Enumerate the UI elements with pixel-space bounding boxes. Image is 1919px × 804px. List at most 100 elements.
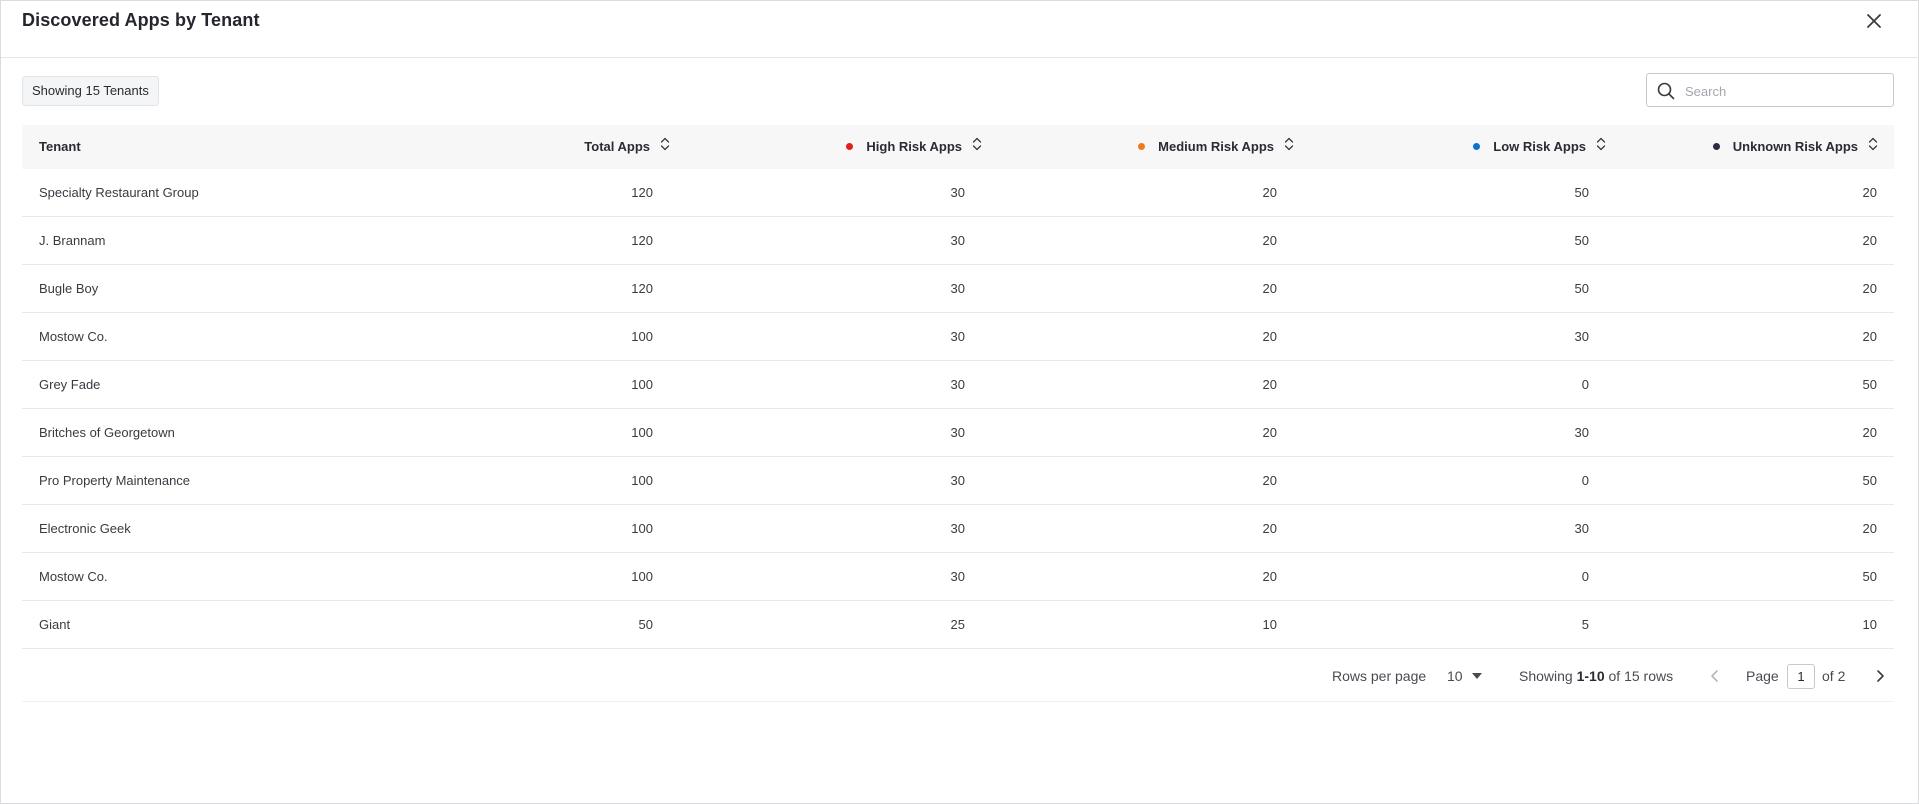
cell-total-apps: 100 <box>631 569 653 584</box>
cell-unknown-risk: 10 <box>1862 617 1877 632</box>
cell-total-apps: 50 <box>638 617 653 632</box>
column-header-medium-risk[interactable]: Medium Risk Apps <box>1138 125 1294 169</box>
cell-high-risk: 30 <box>950 425 965 440</box>
cell-unknown-risk: 20 <box>1862 329 1877 344</box>
table-row[interactable]: Electronic Geek 100 30 20 30 20 <box>22 505 1894 553</box>
cell-medium-risk: 20 <box>1262 281 1277 296</box>
cell-tenant: Specialty Restaurant Group <box>39 185 199 200</box>
medium-risk-dot-icon <box>1138 143 1146 150</box>
cell-tenant: Grey Fade <box>39 377 101 392</box>
previous-page-chevron-icon[interactable] <box>1707 668 1723 684</box>
cell-high-risk: 30 <box>950 377 965 392</box>
cell-low-risk: 50 <box>1574 185 1589 200</box>
cell-total-apps: 100 <box>631 425 653 440</box>
unknown-risk-dot-icon <box>1712 143 1720 150</box>
table-body: Specialty Restaurant Group 120 30 20 50 … <box>22 169 1894 649</box>
column-header-low-risk[interactable]: Low Risk Apps <box>1473 125 1606 169</box>
table-row[interactable]: Bugle Boy 120 30 20 50 20 <box>22 265 1894 313</box>
cell-low-risk: 30 <box>1574 521 1589 536</box>
low-risk-dot-icon <box>1473 143 1481 150</box>
cell-total-apps: 100 <box>631 329 653 344</box>
column-header-high-risk[interactable]: High Risk Apps <box>846 125 982 169</box>
page-number-input[interactable]: 1 <box>1787 664 1815 689</box>
search-input[interactable] <box>1683 80 1887 102</box>
cell-high-risk: 30 <box>950 233 965 248</box>
table-row[interactable]: Britches of Georgetown 100 30 20 30 20 <box>22 409 1894 457</box>
cell-tenant: Mostow Co. <box>39 329 108 344</box>
cell-medium-risk: 20 <box>1262 329 1277 344</box>
cell-tenant: Electronic Geek <box>39 521 131 536</box>
cell-total-apps: 100 <box>631 521 653 536</box>
page-total-label: of 2 <box>1822 668 1846 684</box>
cell-tenant: Mostow Co. <box>39 569 108 584</box>
cell-tenant: J. Brannam <box>39 233 106 248</box>
table-row[interactable]: Giant 50 25 10 5 10 <box>22 601 1894 649</box>
sort-icon[interactable] <box>972 126 982 170</box>
cell-medium-risk: 20 <box>1262 521 1277 536</box>
cell-low-risk: 0 <box>1581 569 1589 584</box>
cell-medium-risk: 10 <box>1262 617 1277 632</box>
column-label: Low Risk Apps <box>1493 139 1586 154</box>
cell-tenant: Britches of Georgetown <box>39 425 175 440</box>
cell-tenant: Pro Property Maintenance <box>39 473 191 488</box>
modal-title: Discovered Apps by Tenant <box>22 10 260 30</box>
sort-icon[interactable] <box>1868 126 1878 170</box>
cell-medium-risk: 20 <box>1262 377 1277 392</box>
table-row[interactable]: Mostow Co. 100 30 20 0 50 <box>22 553 1894 601</box>
modal-dialog: Discovered Apps by Tenant Showing 15 Ten… <box>0 0 1919 804</box>
column-header-tenant[interactable]: Tenant <box>39 125 81 169</box>
showing-rows-text: Showing 1-10 of 15 rows <box>1519 651 1673 701</box>
cell-low-risk: 30 <box>1574 425 1589 440</box>
cell-high-risk: 30 <box>950 521 965 536</box>
cell-unknown-risk: 20 <box>1862 521 1877 536</box>
sort-icon[interactable] <box>1596 126 1606 170</box>
cell-high-risk: 30 <box>950 473 965 488</box>
showing-suffix: of 15 rows <box>1608 668 1674 684</box>
high-risk-dot-icon <box>846 143 854 150</box>
column-label: Medium Risk Apps <box>1158 139 1274 154</box>
rows-per-page-label: Rows per page <box>1332 668 1427 684</box>
table-row[interactable]: Pro Property Maintenance 100 30 20 0 50 <box>22 457 1894 505</box>
rows-per-page-select[interactable]: 10 <box>1447 651 1482 701</box>
search-icon <box>1657 82 1675 100</box>
cell-low-risk: 50 <box>1574 281 1589 296</box>
cell-medium-risk: 20 <box>1262 185 1277 200</box>
column-label: High Risk Apps <box>866 139 962 154</box>
sort-icon[interactable] <box>660 126 670 170</box>
close-icon[interactable] <box>1864 11 1884 31</box>
table-row[interactable]: Grey Fade 100 30 20 0 50 <box>22 361 1894 409</box>
sort-icon[interactable] <box>1284 126 1294 170</box>
cell-unknown-risk: 50 <box>1862 569 1877 584</box>
cell-low-risk: 0 <box>1581 377 1589 392</box>
search-box[interactable] <box>1646 73 1894 107</box>
table-row[interactable]: Specialty Restaurant Group 120 30 20 50 … <box>22 169 1894 217</box>
table-row[interactable]: Mostow Co. 100 30 20 30 20 <box>22 313 1894 361</box>
column-label: Tenant <box>39 139 81 154</box>
page-label: Page <box>1746 668 1779 684</box>
cell-high-risk: 25 <box>950 617 965 632</box>
cell-low-risk: 0 <box>1581 473 1589 488</box>
column-header-unknown-risk[interactable]: Unknown Risk Apps <box>1712 125 1878 170</box>
cell-low-risk: 5 <box>1581 617 1589 632</box>
cell-high-risk: 30 <box>950 569 965 584</box>
cell-high-risk: 30 <box>950 185 965 200</box>
cell-medium-risk: 20 <box>1262 425 1277 440</box>
cell-total-apps: 120 <box>631 185 653 200</box>
caret-down-icon <box>1471 673 1482 679</box>
table-header: Tenant Total Apps High Risk Apps Medium … <box>22 125 1894 169</box>
cell-total-apps: 100 <box>631 377 653 392</box>
cell-tenant: Bugle Boy <box>39 281 99 296</box>
cell-medium-risk: 20 <box>1262 473 1277 488</box>
cell-tenant: Giant <box>39 617 71 632</box>
cell-unknown-risk: 50 <box>1862 377 1877 392</box>
table-row[interactable]: J. Brannam 120 30 20 50 20 <box>22 217 1894 265</box>
cell-total-apps: 120 <box>631 233 653 248</box>
cell-low-risk: 50 <box>1574 233 1589 248</box>
cell-unknown-risk: 20 <box>1862 233 1877 248</box>
next-page-chevron-icon[interactable] <box>1872 668 1888 684</box>
rows-per-page-value: 10 <box>1447 668 1463 684</box>
cell-high-risk: 30 <box>950 281 965 296</box>
cell-unknown-risk: 20 <box>1862 281 1877 296</box>
cell-total-apps: 100 <box>631 473 653 488</box>
column-header-total-apps[interactable]: Total Apps <box>584 125 670 169</box>
